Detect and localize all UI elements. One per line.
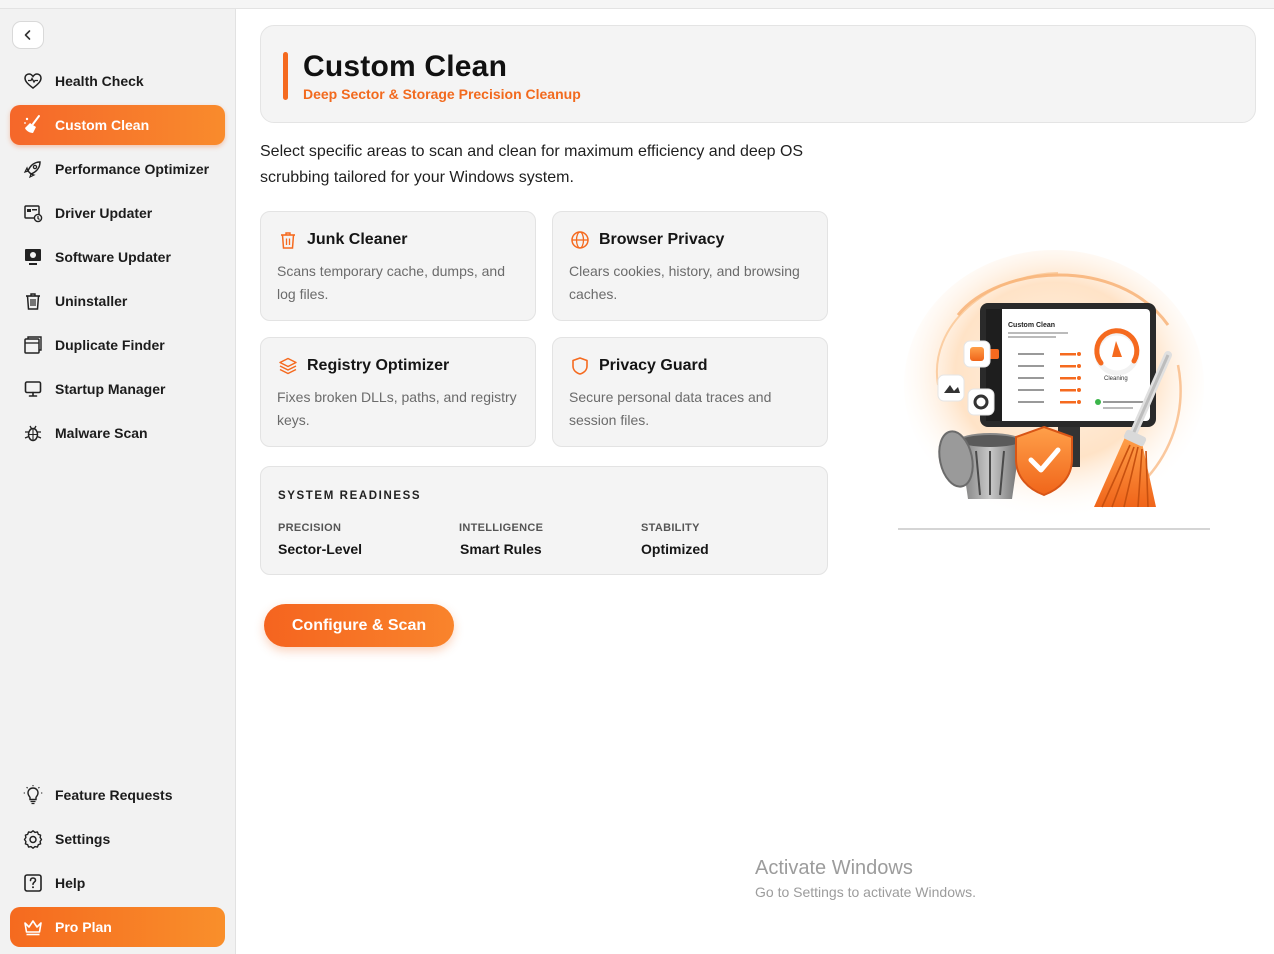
header-accent-bar (283, 52, 288, 100)
stat-label-stability: STABILITY (641, 522, 700, 534)
back-button[interactable] (12, 21, 44, 49)
sidebar-item-label: Pro Plan (55, 919, 112, 935)
trash-icon (277, 229, 299, 251)
card-description: Fixes broken DLLs, paths, and registry k… (277, 389, 517, 428)
heart-pulse-icon (22, 70, 44, 92)
window-top-strip (0, 0, 1274, 9)
trash-icon (22, 290, 44, 312)
sidebar-item-software-updater[interactable]: Software Updater (10, 237, 225, 277)
illustration-gauge-label: Cleaning (1104, 376, 1128, 382)
main-content: Custom Clean Deep Sector & Storage Preci… (236, 9, 1274, 954)
monitor-icon (22, 378, 44, 400)
stat-value-stability: Optimized (641, 541, 709, 557)
shield-icon (569, 355, 591, 377)
custom-clean-illustration: Custom Clean Cleaning (898, 245, 1210, 537)
sidebar-item-label: Duplicate Finder (55, 337, 165, 353)
sidebar-item-malware-scan[interactable]: Malware Scan (10, 413, 225, 453)
lightbulb-icon (22, 784, 44, 806)
watermark-line2: Go to Settings to activate Windows. (755, 884, 976, 900)
card-description: Secure personal data traces and session … (569, 389, 772, 428)
sidebar-item-settings[interactable]: Settings (10, 819, 225, 859)
stat-label-intelligence: INTELLIGENCE (459, 522, 544, 534)
layers-icon (277, 355, 299, 377)
crown-icon (22, 916, 44, 938)
stat-value-precision: Sector-Level (278, 541, 363, 557)
sidebar-item-label: Startup Manager (55, 381, 166, 397)
sidebar-item-pro-plan[interactable]: Pro Plan (10, 907, 225, 947)
illustration-screen-title: Custom Clean (1008, 322, 1055, 329)
watermark-line1: Activate Windows (755, 857, 913, 879)
sidebar-item-label: Health Check (55, 73, 144, 89)
stat-value-intelligence: Smart Rules (460, 541, 542, 557)
windows-activation-watermark: Activate Windows Go to Settings to activ… (755, 857, 976, 900)
sidebar-item-label: Performance Optimizer (55, 161, 210, 177)
sidebar-item-duplicate-finder[interactable]: Duplicate Finder (10, 325, 225, 365)
system-readiness-panel: SYSTEM READINESS PRECISION Sector-Level … (260, 466, 828, 575)
sidebar-item-label: Software Updater (55, 249, 171, 265)
sidebar-item-help[interactable]: Help (10, 863, 225, 903)
driver-icon (22, 202, 44, 224)
sidebar: Health Check Custom Clean Performance Op… (0, 9, 236, 954)
page-header: Custom Clean Deep Sector & Storage Preci… (260, 25, 1256, 123)
duplicate-icon (22, 334, 44, 356)
sidebar-item-startup-manager[interactable]: Startup Manager (10, 369, 225, 409)
sidebar-item-performance-optimizer[interactable]: Performance Optimizer (10, 149, 225, 189)
sidebar-item-label: Help (55, 875, 86, 891)
monitor-update-icon (22, 246, 44, 268)
bug-icon (22, 422, 44, 444)
card-privacy-guard[interactable]: Privacy Guard Secure personal data trace… (552, 337, 828, 447)
help-icon (22, 872, 44, 894)
sidebar-item-custom-clean[interactable]: Custom Clean (10, 105, 225, 145)
configure-scan-button[interactable]: Configure & Scan (264, 604, 454, 647)
page-subtitle: Deep Sector & Storage Precision Cleanup (303, 86, 581, 102)
sidebar-item-label: Driver Updater (55, 205, 153, 221)
readiness-title: SYSTEM READINESS (278, 490, 422, 502)
stat-label-precision: PRECISION (278, 522, 342, 534)
card-title: Privacy Guard (599, 357, 708, 374)
sidebar-item-label: Feature Requests (55, 787, 173, 803)
sidebar-item-driver-updater[interactable]: Driver Updater (10, 193, 225, 233)
globe-icon (569, 229, 591, 251)
card-registry-optimizer[interactable]: Registry Optimizer Fixes broken DLLs, pa… (260, 337, 536, 447)
sidebar-item-health-check[interactable]: Health Check (10, 61, 225, 101)
intro-text: Select specific areas to scan and clean … (260, 143, 804, 186)
card-junk-cleaner[interactable]: Junk Cleaner Scans temporary cache, dump… (260, 211, 536, 321)
page-title: Custom Clean (303, 50, 508, 83)
sidebar-item-label: Settings (55, 831, 111, 847)
card-title: Browser Privacy (599, 231, 725, 248)
sidebar-item-label: Uninstaller (55, 293, 128, 309)
sidebar-item-feature-requests[interactable]: Feature Requests (10, 775, 225, 815)
sidebar-item-label: Custom Clean (55, 117, 150, 133)
card-description: Clears cookies, history, and browsing ca… (569, 263, 800, 302)
card-description: Scans temporary cache, dumps, and log fi… (277, 263, 506, 302)
broom-icon (22, 114, 44, 136)
card-title: Registry Optimizer (307, 357, 450, 374)
card-title: Junk Cleaner (307, 231, 408, 248)
chevron-left-icon (24, 30, 31, 40)
sidebar-item-uninstaller[interactable]: Uninstaller (10, 281, 225, 321)
card-browser-privacy[interactable]: Browser Privacy Clears cookies, history,… (552, 211, 828, 321)
sidebar-item-label: Malware Scan (55, 425, 148, 441)
gear-icon (22, 828, 44, 850)
rocket-icon (22, 158, 44, 180)
